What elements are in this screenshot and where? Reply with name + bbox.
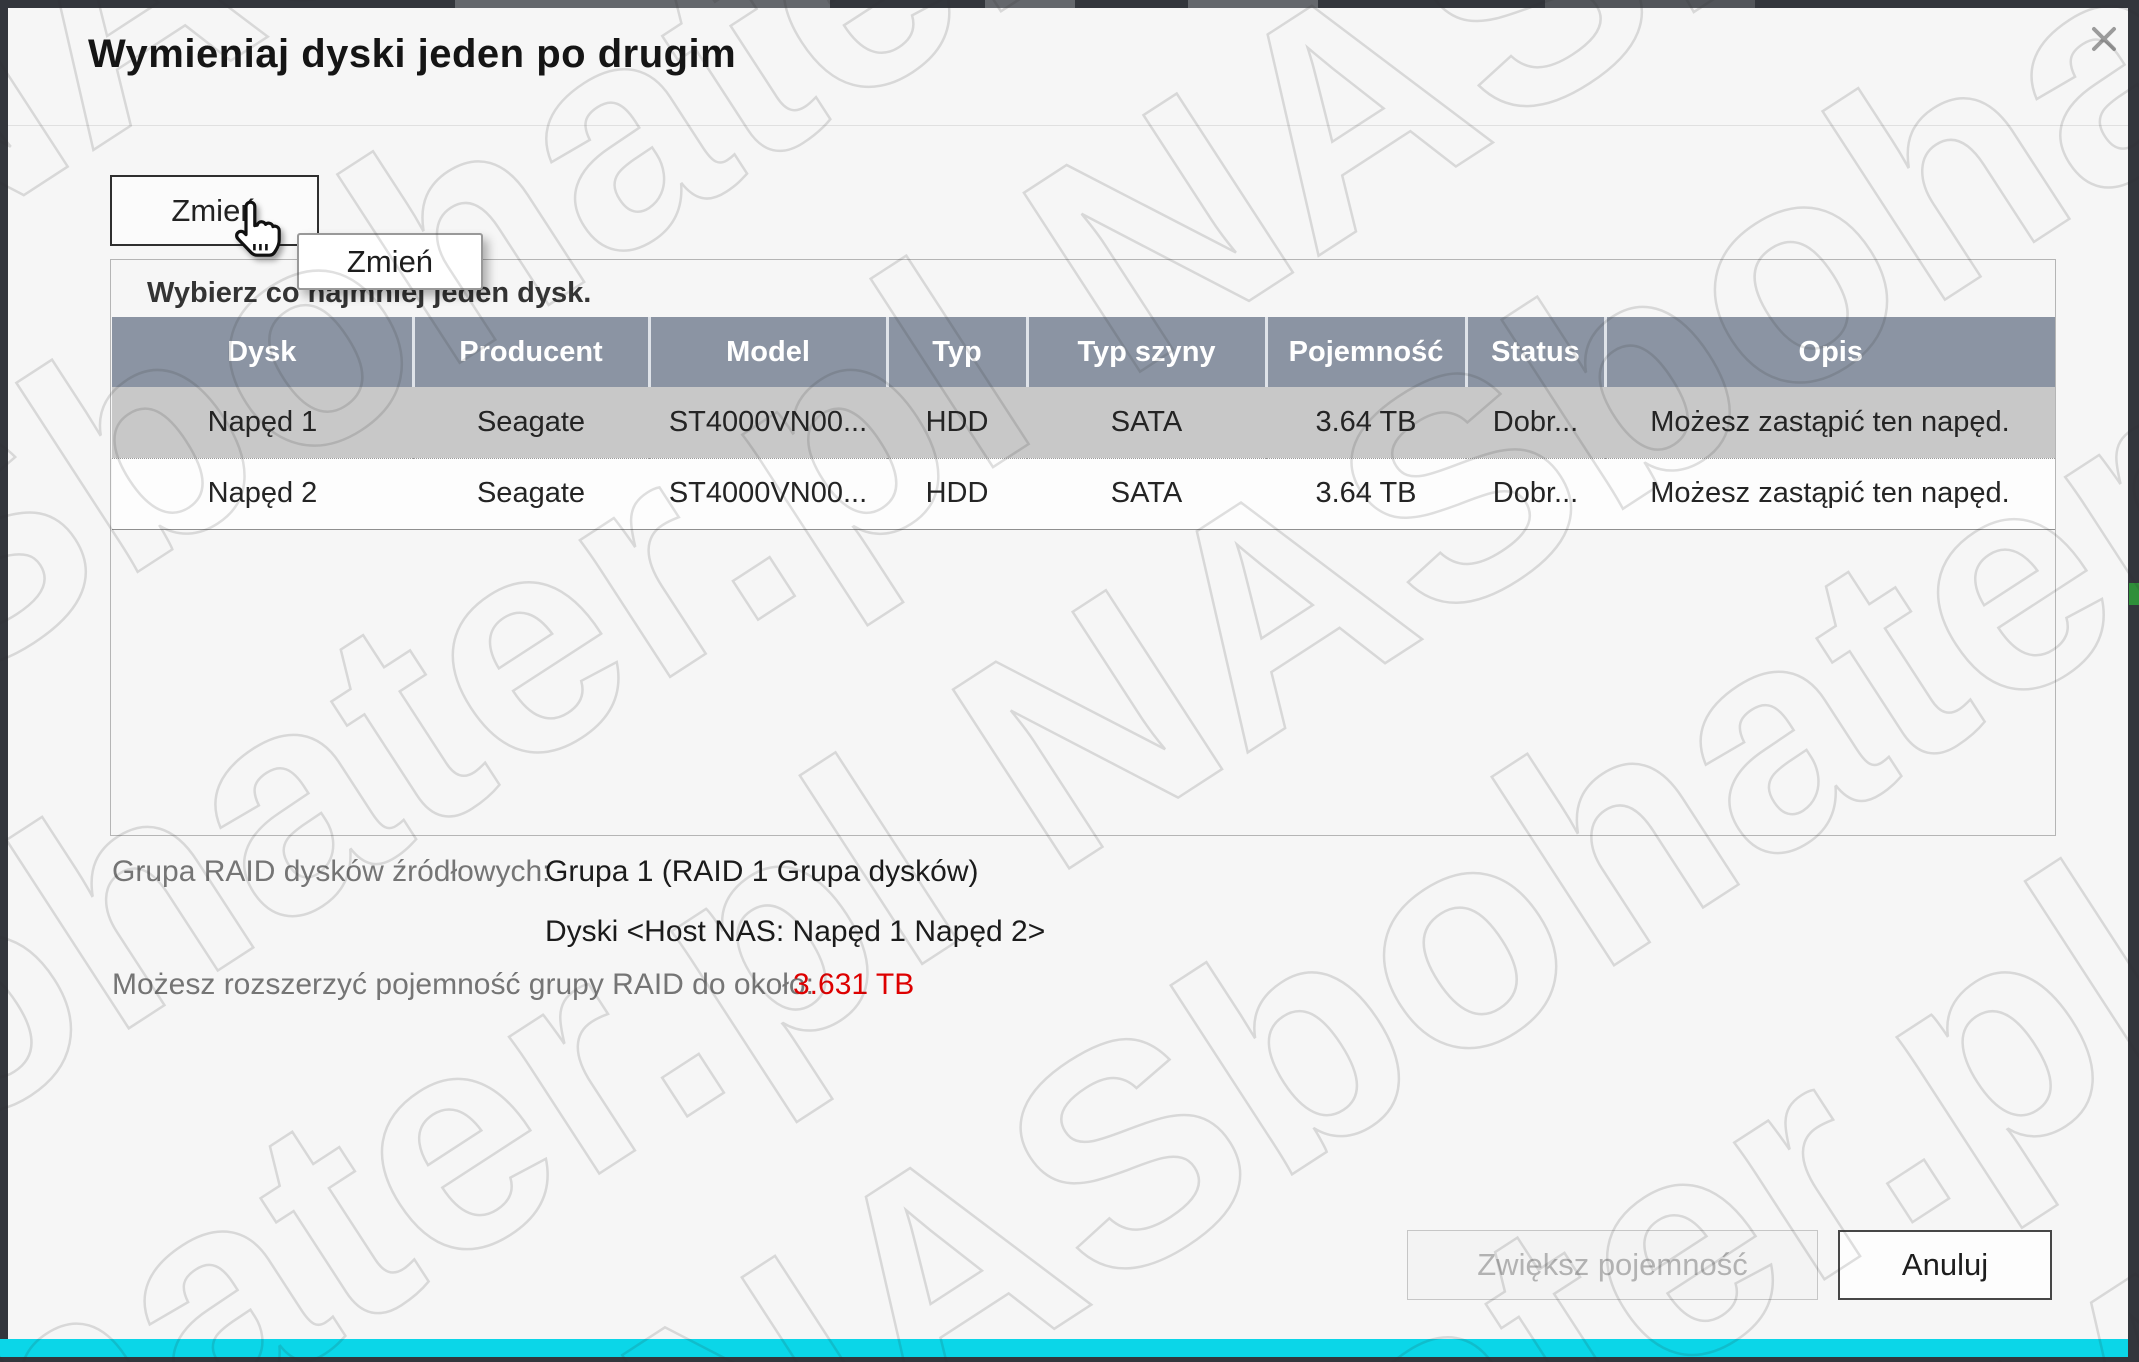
scroll-indicator	[2129, 583, 2139, 605]
table-cell: SATA	[1027, 387, 1266, 458]
table-cell: Możesz zastąpić ten napęd.	[1605, 458, 2055, 529]
cancel-button[interactable]: Anuluj	[1838, 1230, 2052, 1300]
change-button[interactable]: Zmień	[110, 175, 319, 246]
expand-capacity-label: Możesz rozszerzyć pojemność grupy RAID d…	[112, 967, 814, 1003]
source-group-value: Grupa 1 (RAID 1 Grupa dysków)	[545, 854, 979, 890]
page-right-edge	[2128, 0, 2139, 1362]
table-cell: Możesz zastąpić ten napęd.	[1605, 387, 2055, 458]
source-group-label: Grupa RAID dysków źródłowych:	[112, 854, 551, 890]
table-cell: 3.64 TB	[1266, 458, 1466, 529]
column-header[interactable]: Typ	[887, 317, 1027, 387]
table-row[interactable]: Napęd 1SeagateST4000VN00...HDDSATA3.64 T…	[112, 387, 2055, 458]
bottom-accent-bar	[0, 1339, 2139, 1357]
dialog: Wymieniaj dyski jeden po drugim Zmień Zm…	[8, 8, 2128, 1339]
disk-table-wrap: DyskProducentModelTypTyp szynyPojemnośćS…	[112, 317, 2055, 530]
column-header[interactable]: Status	[1466, 317, 1605, 387]
table-row[interactable]: Napęd 2SeagateST4000VN00...HDDSATA3.64 T…	[112, 458, 2055, 529]
column-header[interactable]: Pojemność	[1266, 317, 1466, 387]
table-cell: Dobr...	[1466, 458, 1605, 529]
hand-cursor-icon	[230, 198, 282, 260]
column-header[interactable]: Dysk	[112, 317, 413, 387]
change-button-tooltip: Zmień	[297, 233, 483, 290]
disk-selection-groupbox: Wybierz co najmniej jeden dysk. DyskProd…	[110, 259, 2056, 836]
table-cell: ST4000VN00...	[649, 458, 887, 529]
page-background: Wymieniaj dyski jeden po drugim Zmień Zm…	[0, 0, 2139, 1362]
dialog-title: Wymieniaj dyski jeden po drugim	[88, 32, 736, 77]
table-cell: Seagate	[413, 458, 649, 529]
table-cell: HDD	[887, 387, 1027, 458]
expand-capacity-value: 3.631 TB	[793, 967, 914, 1003]
column-header[interactable]: Typ szyny	[1027, 317, 1266, 387]
expand-capacity-button[interactable]: Zwiększ pojemność	[1407, 1230, 1818, 1300]
table-cell: Napęd 1	[112, 387, 413, 458]
disks-value: Dyski <Host NAS: Napęd 1 Napęd 2>	[545, 914, 1045, 950]
column-header[interactable]: Producent	[413, 317, 649, 387]
table-cell: Seagate	[413, 387, 649, 458]
table-cell: Napęd 2	[112, 458, 413, 529]
close-icon[interactable]	[2084, 19, 2124, 59]
disk-table: DyskProducentModelTypTyp szynyPojemnośćS…	[112, 317, 2055, 530]
table-cell: Dobr...	[1466, 387, 1605, 458]
table-cell: HDD	[887, 458, 1027, 529]
table-cell: ST4000VN00...	[649, 387, 887, 458]
table-cell: 3.64 TB	[1266, 387, 1466, 458]
column-header[interactable]: Model	[649, 317, 887, 387]
column-header[interactable]: Opis	[1605, 317, 2055, 387]
title-divider	[8, 125, 2128, 126]
table-cell: SATA	[1027, 458, 1266, 529]
